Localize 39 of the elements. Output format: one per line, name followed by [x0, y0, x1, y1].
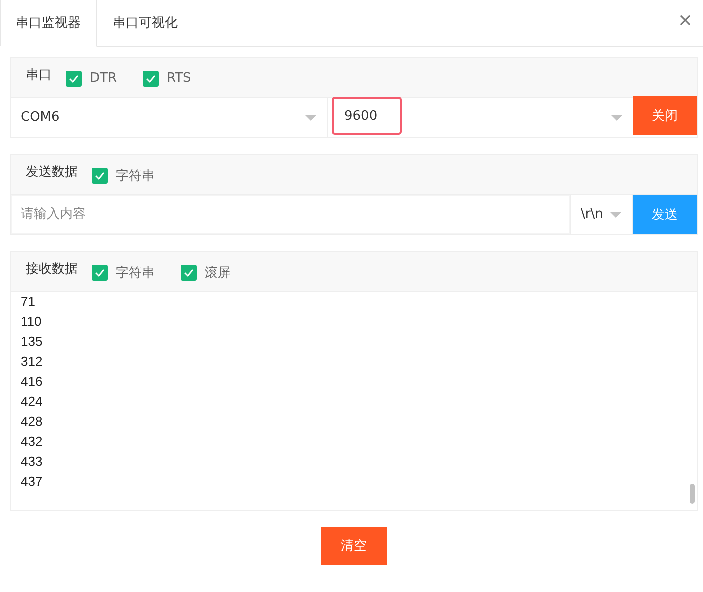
- checkbox[interactable]: [92, 168, 108, 184]
- log-line: 110: [21, 313, 43, 331]
- check-icon: [184, 268, 194, 276]
- log-line: 428: [21, 413, 44, 431]
- checkbox[interactable]: [142, 70, 159, 86]
- checkbox[interactable]: [181, 264, 197, 280]
- checkbox-option[interactable]: RTS: [142, 70, 192, 86]
- check-icon: [95, 268, 105, 276]
- checkbox-option[interactable]: 字符串: [92, 166, 155, 184]
- close-icon[interactable]: ×: [678, 10, 693, 31]
- checkbox-option[interactable]: 字符串: [92, 264, 155, 282]
- panel-title: 发送数据: [26, 164, 78, 180]
- baud-field[interactable]: 9600: [332, 97, 402, 135]
- caret-icon: [610, 212, 622, 218]
- caret-icon: [304, 114, 316, 120]
- log-line: 416: [21, 373, 44, 391]
- log-line: 432: [21, 433, 44, 451]
- text-input[interactable]: 请输入内容: [11, 195, 570, 234]
- log-line: 312: [21, 353, 44, 371]
- check-icon: [146, 74, 156, 82]
- tab[interactable]: 串口监视器: [0, 0, 97, 47]
- check-icon: [69, 74, 79, 82]
- checkbox-option[interactable]: DTR: [66, 70, 117, 86]
- panel-title: 接收数据: [26, 260, 78, 278]
- log-line: 71: [21, 293, 36, 311]
- clear-button[interactable]: 清空: [321, 527, 387, 565]
- log-line: 135: [21, 333, 44, 351]
- checkbox-option[interactable]: 滚屏: [181, 264, 231, 282]
- send-button[interactable]: 发送: [633, 195, 697, 234]
- check-icon: [95, 172, 105, 180]
- caret-icon: [611, 114, 623, 120]
- checkbox[interactable]: [92, 264, 108, 280]
- checkbox[interactable]: [66, 70, 82, 86]
- scrollbar[interactable]: [690, 484, 695, 504]
- log-line: 424: [21, 393, 44, 411]
- log-line: 433: [21, 453, 44, 471]
- log-line: 437: [21, 473, 44, 491]
- close-port-button[interactable]: 关闭: [633, 96, 697, 135]
- panel-title: 串口: [26, 66, 52, 84]
